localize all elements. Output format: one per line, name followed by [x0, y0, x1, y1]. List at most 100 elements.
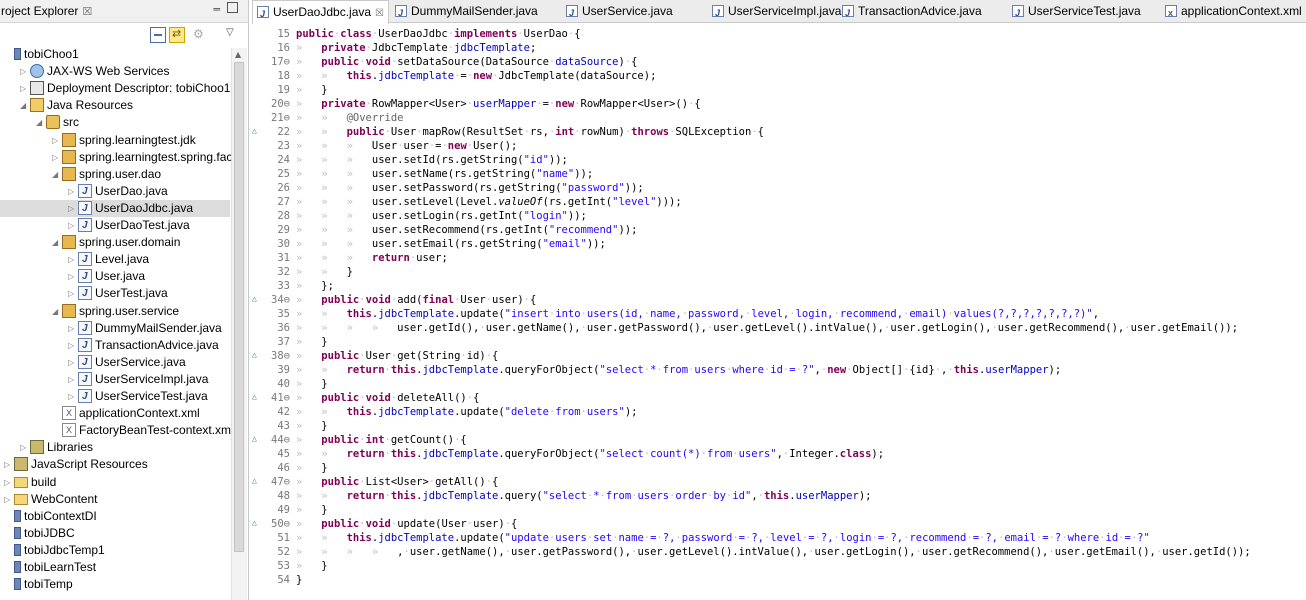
tree-item[interactable]: ▷ Deployment Descriptor: tobiChoo1: [0, 80, 230, 97]
view-menu-icon[interactable]: ▽: [226, 27, 242, 43]
collapsed-arrow-icon[interactable]: ▷: [68, 337, 78, 354]
code-line[interactable]: » private·JdbcTemplate·jdbcTemplate;: [296, 41, 536, 55]
collapsed-arrow-icon[interactable]: ▷: [20, 439, 30, 456]
code-line[interactable]: » public·List<User>·getAll()·{: [296, 475, 498, 489]
code-editor[interactable]: 15 public·class·UserDaoJdbc·implements·Us…: [252, 23, 1306, 600]
editor-tab[interactable]: DummyMailSender.java: [395, 0, 538, 24]
tree-item[interactable]: ▷ DummyMailSender.java: [0, 320, 230, 337]
tree-item[interactable]: ▷ Libraries: [0, 439, 230, 456]
code-line[interactable]: » public·void·add(final·User·user)·{: [296, 293, 536, 307]
code-line[interactable]: » public·void·setDataSource(DataSource·d…: [296, 55, 637, 69]
tree-item[interactable]: ▷ UserServiceImpl.java: [0, 371, 230, 388]
code-line[interactable]: » » » user.setPassword(rs.getString("pas…: [296, 181, 644, 195]
tree-item[interactable]: applicationContext.xml: [0, 405, 230, 422]
tree-item[interactable]: ◢ spring.user.dao: [0, 166, 230, 183]
code-line[interactable]: » };: [296, 279, 334, 293]
code-line[interactable]: » » » return·user;: [296, 251, 448, 265]
tree-item[interactable]: tobiJDBC: [0, 525, 230, 542]
scrollbar-thumb[interactable]: [234, 62, 244, 552]
code-line[interactable]: » » » User·user·=·new·User();: [296, 139, 517, 153]
tree-item[interactable]: ▷ Level.java: [0, 251, 230, 268]
collapsed-arrow-icon[interactable]: ▷: [20, 80, 30, 97]
code-line[interactable]: » private·RowMapper<User>·userMapper·=·n…: [296, 97, 701, 111]
tree-item[interactable]: ◢ spring.user.domain: [0, 234, 230, 251]
collapsed-arrow-icon[interactable]: ▷: [4, 456, 14, 473]
collapsed-arrow-icon[interactable]: ▷: [20, 63, 30, 80]
tree-item[interactable]: ▷ UserDaoTest.java: [0, 217, 230, 234]
tree-item[interactable]: ▷ TransactionAdvice.java: [0, 337, 230, 354]
code-line[interactable]: public·class·UserDaoJdbc·implements·User…: [296, 27, 581, 41]
code-line[interactable]: » » this.jdbcTemplate·=·new·JdbcTemplate…: [296, 69, 656, 83]
tree-item[interactable]: tobiJdbcTemp1: [0, 542, 230, 559]
code-line[interactable]: » }: [296, 419, 328, 433]
tree-item[interactable]: ▷ WebContent: [0, 491, 230, 508]
code-line[interactable]: » » » user.setLevel(Level.valueOf(rs.get…: [296, 195, 682, 209]
tree-item[interactable]: ▷ UserServiceTest.java: [0, 388, 230, 405]
code-line[interactable]: » » }: [296, 265, 353, 279]
collapsed-arrow-icon[interactable]: ▷: [68, 320, 78, 337]
expanded-arrow-icon[interactable]: ◢: [20, 97, 30, 114]
tree-item[interactable]: ▷ UserTest.java: [0, 285, 230, 302]
code-line[interactable]: » }: [296, 83, 328, 97]
editor-tab[interactable]: UserDaoJdbc.java☒: [252, 0, 390, 25]
code-line[interactable]: » » return·this.jdbcTemplate.queryForObj…: [296, 363, 1061, 377]
close-icon[interactable]: ☒: [82, 5, 92, 18]
code-line[interactable]: » » » » user.getId(),·user.getName(),·us…: [296, 321, 1238, 335]
code-line[interactable]: » » » user.setRecommend(rs.getInt("recom…: [296, 223, 637, 237]
collapsed-arrow-icon[interactable]: ▷: [68, 388, 78, 405]
minimize-icon[interactable]: ═: [213, 3, 220, 16]
tree-item[interactable]: tobiLearnTest: [0, 559, 230, 576]
tree-item[interactable]: ▷ spring.learningtest.jdk: [0, 132, 230, 149]
collapsed-arrow-icon[interactable]: ▷: [4, 491, 14, 508]
code-line[interactable]: }: [296, 573, 302, 587]
tree-item[interactable]: ▷ JavaScript Resources: [0, 456, 230, 473]
expanded-arrow-icon[interactable]: ◢: [52, 166, 62, 183]
vertical-scrollbar[interactable]: ▲: [231, 48, 247, 600]
collapsed-arrow-icon[interactable]: ▷: [68, 371, 78, 388]
code-line[interactable]: » » @Override: [296, 111, 404, 125]
collapsed-arrow-icon[interactable]: ▷: [68, 268, 78, 285]
code-line[interactable]: » » this.jdbcTemplate.update("insert·int…: [296, 307, 1099, 321]
tree-item[interactable]: ◢ Java Resources: [0, 97, 230, 114]
maximize-icon[interactable]: [227, 2, 238, 13]
expanded-arrow-icon[interactable]: ◢: [36, 114, 46, 131]
tree-item[interactable]: tobiTemp: [0, 576, 230, 593]
collapsed-arrow-icon[interactable]: ▷: [52, 132, 62, 149]
code-line[interactable]: » public·int·getCount()·{: [296, 433, 467, 447]
code-line[interactable]: » public·void·update(User·user)·{: [296, 517, 517, 531]
code-line[interactable]: » » » user.setEmail(rs.getString("email"…: [296, 237, 606, 251]
collapsed-arrow-icon[interactable]: ▷: [68, 217, 78, 234]
collapsed-arrow-icon[interactable]: ▷: [68, 285, 78, 302]
scroll-up-icon[interactable]: ▲: [235, 50, 241, 59]
code-line[interactable]: » public·User·get(String·id)·{: [296, 349, 498, 363]
code-line[interactable]: » » public·User·mapRow(ResultSet·rs,·int…: [296, 125, 764, 139]
code-line[interactable]: » » » user.setName(rs.getString("name"))…: [296, 167, 593, 181]
collapse-all-icon[interactable]: [150, 27, 166, 43]
expanded-arrow-icon[interactable]: ◢: [52, 234, 62, 251]
tree-item[interactable]: tobiContextDI: [0, 508, 230, 525]
tree-item[interactable]: ▷ build: [0, 474, 230, 491]
collapsed-arrow-icon[interactable]: ▷: [68, 183, 78, 200]
code-line[interactable]: » » this.jdbcTemplate.update("update·use…: [296, 531, 1150, 545]
collapsed-arrow-icon[interactable]: ▷: [68, 200, 78, 217]
code-line[interactable]: » }: [296, 335, 328, 349]
editor-tab[interactable]: applicationContext.xml: [1165, 0, 1302, 24]
code-line[interactable]: » » » user.setLogin(rs.getInt("login"));: [296, 209, 587, 223]
tree-item[interactable]: ▷ User.java: [0, 268, 230, 285]
code-line[interactable]: » }: [296, 559, 328, 573]
editor-tab[interactable]: UserService.java: [566, 0, 673, 24]
code-line[interactable]: » }: [296, 461, 328, 475]
code-line[interactable]: » }: [296, 503, 328, 517]
close-tab-icon[interactable]: ☒: [375, 8, 384, 19]
code-line[interactable]: » » return·this.jdbcTemplate.query("sele…: [296, 489, 871, 503]
code-line[interactable]: » » this.jdbcTemplate.update("delete·fro…: [296, 405, 637, 419]
tree-item[interactable]: ▷ JAX-WS Web Services: [0, 63, 230, 80]
tree-item[interactable]: ▷ UserService.java: [0, 354, 230, 371]
tree-item[interactable]: ◢ spring.user.service: [0, 303, 230, 320]
focus-icon[interactable]: ⚙: [193, 27, 209, 43]
collapsed-arrow-icon[interactable]: ▷: [68, 354, 78, 371]
code-line[interactable]: » » » » ,·user.getName(),·user.getPasswo…: [296, 545, 1251, 559]
collapsed-arrow-icon[interactable]: ▷: [4, 474, 14, 491]
tree-item[interactable]: FactoryBeanTest-context.xml: [0, 422, 234, 439]
code-line[interactable]: » }: [296, 377, 328, 391]
